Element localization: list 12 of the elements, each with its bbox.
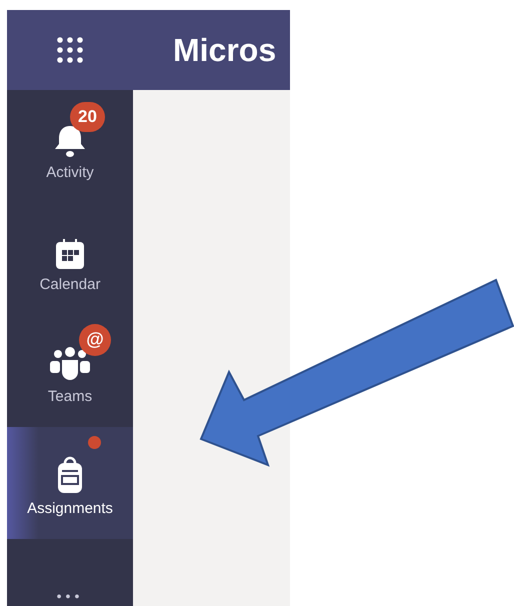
nav-item[interactable]: Calendar	[7, 203, 133, 315]
notification-dot	[88, 436, 101, 448]
mention-badge: @	[79, 324, 111, 356]
nav-item[interactable]: Assignments	[7, 427, 133, 539]
app-title: Micros	[172, 32, 276, 68]
nav-item[interactable]: @ Teams	[7, 315, 133, 427]
app-launcher-icon[interactable]	[56, 36, 84, 64]
calendar-icon	[55, 238, 85, 270]
more-apps-button[interactable]: •••	[52, 588, 88, 604]
notification-badge: 20	[70, 102, 105, 132]
bell-icon	[52, 124, 88, 158]
nav-item[interactable]: 20 Activity	[7, 91, 133, 203]
